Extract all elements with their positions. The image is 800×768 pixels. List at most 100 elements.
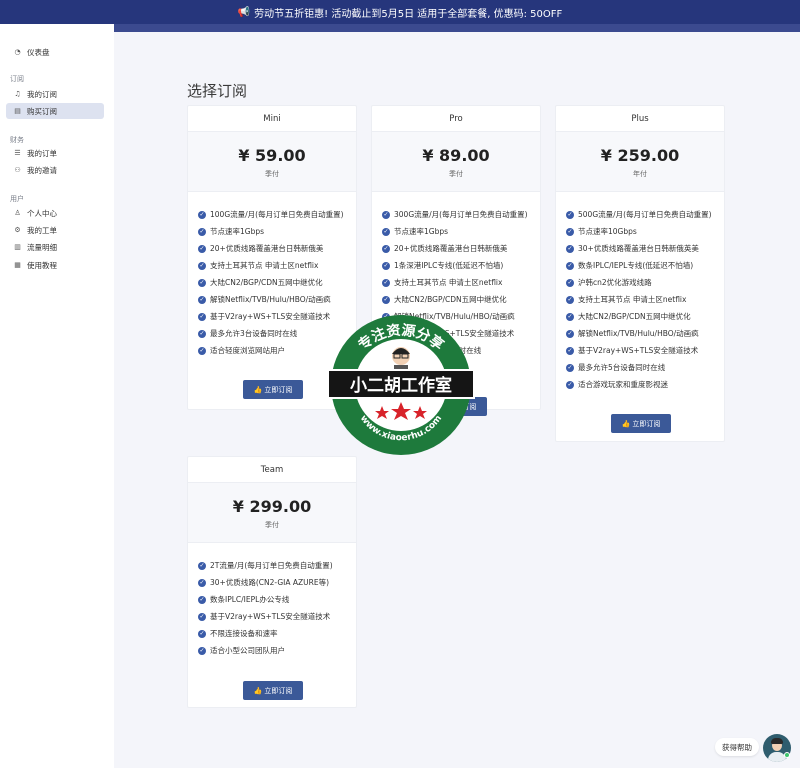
check-icon: ✓ [198, 227, 206, 236]
sidebar-item-label: 个人中心 [27, 208, 57, 218]
check-icon: ✓ [198, 612, 206, 621]
sidebar-item-tutorial[interactable]: ▦ 使用教程 [6, 257, 104, 273]
check-icon: ✓ [198, 346, 206, 355]
feature-item: ✓基于V2ray+WS+TLS安全隧道技术 [198, 312, 331, 321]
thumbs-up-icon: 👍 [253, 687, 263, 695]
online-status-dot [784, 752, 790, 758]
bell-icon: ♫ [14, 90, 21, 98]
users-icon: ⚇ [14, 166, 21, 174]
help-label: 获得帮助 [722, 742, 752, 752]
chart-icon: ▥ [14, 243, 21, 251]
feature-item: ✓ 适合轻度浏览网站用户 [198, 346, 285, 355]
sidebar: ◔ 仪表盘 订阅 ♫ 我的订阅 ▤ 购买订阅 财务 ☰ 我的订单 ⚇ 我的邀请 … [0, 24, 114, 768]
sidebar-item-label: 我的工单 [27, 225, 57, 235]
seal-center-text: 小二胡工作室 [350, 375, 452, 396]
feature-item: ✓ 100G流量/月(每月订单日免费自动重置) [198, 210, 344, 219]
feature-item: ✓ 500G流量/月(每月订单日免费自动重置) [566, 210, 712, 219]
subscribe-button-mini[interactable]: 👍 立即订阅 [243, 380, 303, 399]
feature-item: ✓ 最多允许5台设备同时在线 [566, 363, 666, 372]
plan-price-area: ¥ 259.00 年付 [556, 132, 724, 192]
sidebar-group-user: 用户 [10, 195, 24, 203]
check-icon: ✓ [566, 227, 574, 236]
plan-name: Team [188, 457, 356, 483]
sidebar-item-traffic[interactable]: ▥ 流量明细 [6, 239, 104, 255]
check-icon: ✓ [198, 295, 206, 304]
check-icon: ✓ [198, 578, 206, 587]
check-icon: ✓ [566, 346, 574, 355]
plan-name: Mini [188, 106, 356, 132]
clipboard-icon: ▤ [14, 107, 21, 115]
subscribe-button-team[interactable]: 👍 立即订阅 [243, 681, 303, 700]
feature-item: ✓ 沪韩cn2优化游戏线路 [566, 278, 652, 287]
feature-item: ✓ 支持土耳其节点 申请土区netflix [198, 261, 319, 270]
subscribe-button-plus[interactable]: 👍 立即订阅 [611, 414, 671, 433]
feature-list: ✓ 100G流量/月(每月订单日免费自动重置) ✓ 节点速率1Gbps ✓ 20+优质… [198, 206, 344, 359]
sidebar-item-dashboard[interactable]: ◔ 仪表盘 [6, 44, 104, 60]
plan-price-area: ¥ 299.00 季付 [188, 483, 356, 543]
sidebar-item-label: 我的邀请 [27, 165, 57, 175]
thumbs-up-icon: 👍 [253, 386, 263, 394]
sidebar-item-label: 我的订单 [27, 148, 57, 158]
feature-item: ✓ 数条IPLC/IEPL专线(低延迟不怕墙) [566, 261, 694, 270]
check-icon: ✓ [382, 295, 390, 304]
check-icon: ✓ [198, 561, 206, 570]
check-icon: ✓ [382, 227, 390, 236]
feature-item: ✓ 适合游戏玩家和重度影视迷 [566, 380, 668, 389]
feature-item: ✓ 支持土耳其节点 申请土区netflix [382, 278, 503, 287]
sidebar-item-my-invites[interactable]: ⚇ 我的邀请 [6, 162, 104, 178]
feature-item: ✓ 节点速率1Gbps [382, 227, 449, 236]
plan-price: ¥ 259.00 [600, 146, 680, 165]
check-icon: ✓ [382, 244, 390, 253]
cartoon-figure-icon [392, 347, 410, 371]
support-icon: ⚙ [14, 226, 21, 234]
promo-banner: 📢 劳动节五折钜惠! 活动截止到5月5日 适用于全部套餐, 优惠码: 50OFF [0, 0, 800, 24]
studio-seal-watermark: 专注资源分享 www.xiaoerhu.com 小二胡工作室 [327, 315, 475, 455]
feature-item: ✓ 大陆CN2/BGP/CDN五网中继优化 [566, 312, 691, 321]
person-icon: ♙ [14, 209, 21, 217]
sidebar-item-label: 使用教程 [27, 260, 57, 270]
check-icon: ✓ [382, 261, 390, 270]
feature-item: ✓ 1条深港IPLC专线(低延迟不怕墙) [382, 261, 504, 270]
sidebar-item-my-subscription[interactable]: ♫ 我的订阅 [6, 86, 104, 102]
plan-price: ¥ 59.00 [238, 146, 306, 165]
feature-item: ✓基于V2ray+WS+TLS安全隧道技术 [566, 346, 699, 355]
feature-item: ✓ 节点速率10Gbps [566, 227, 637, 236]
plan-name: Plus [556, 106, 724, 132]
sidebar-group-finance: 财务 [10, 136, 24, 144]
feature-item: ✓ 解锁Netflix/TVB/Hulu/HBO/动画疯 [198, 295, 331, 304]
header-strip [114, 24, 800, 32]
plan-price: ¥ 299.00 [232, 497, 312, 516]
feature-item: ✓ 节点速率1Gbps [198, 227, 265, 236]
check-icon: ✓ [198, 595, 206, 604]
plan-price-area: ¥ 89.00 季付 [372, 132, 540, 192]
feature-item: ✓ 20+优质线路覆盖港台日韩新俄美 [198, 244, 324, 253]
feature-item: ✓ 大陆CN2/BGP/CDN五网中继优化 [198, 278, 323, 287]
sidebar-item-tickets[interactable]: ⚙ 我的工单 [6, 222, 104, 238]
sidebar-item-label: 我的订阅 [27, 89, 57, 99]
feature-item: ✓ 数条IPLC/IEPL办公专线 [198, 595, 290, 604]
sidebar-item-my-orders[interactable]: ☰ 我的订单 [6, 145, 104, 161]
check-icon: ✓ [566, 278, 574, 287]
check-icon: ✓ [198, 244, 206, 253]
feature-list: ✓ 2T流量/月(每月订单日免费自动重置) ✓ 30+优质线路(CN2-GIA AZ… [198, 557, 333, 659]
sidebar-item-profile[interactable]: ♙ 个人中心 [6, 205, 104, 221]
sidebar-item-label: 仪表盘 [27, 47, 50, 57]
check-icon: ✓ [198, 210, 206, 219]
check-icon: ✓ [198, 646, 206, 655]
thumbs-up-icon: 👍 [621, 420, 631, 428]
feature-item: ✓ 解锁Netflix/TVB/Hulu/HBO/动画疯 [566, 329, 699, 338]
check-icon: ✓ [382, 210, 390, 219]
plan-card-team: Team ¥ 299.00 季付 ✓ 2T流量/月(每月订单日免费自动重置) ✓ 3… [187, 456, 357, 708]
feature-item: ✓ 20+优质线路覆盖港台日韩新俄美 [382, 244, 508, 253]
dashboard-icon: ◔ [14, 48, 21, 56]
sidebar-group-subscription: 订阅 [10, 75, 24, 83]
plan-price-area: ¥ 59.00 季付 [188, 132, 356, 192]
check-icon: ✓ [566, 312, 574, 321]
help-button[interactable]: 获得帮助 [715, 738, 759, 756]
check-icon: ✓ [566, 295, 574, 304]
feature-item: ✓ 不限连接设备和速率 [198, 629, 278, 638]
megaphone-icon: 📢 [237, 6, 251, 18]
sidebar-item-label: 流量明细 [27, 242, 57, 252]
feature-item: ✓ 30+优质线路覆盖港台日韩新俄英美 [566, 244, 699, 253]
sidebar-item-buy-subscription[interactable]: ▤ 购买订阅 [6, 103, 104, 119]
